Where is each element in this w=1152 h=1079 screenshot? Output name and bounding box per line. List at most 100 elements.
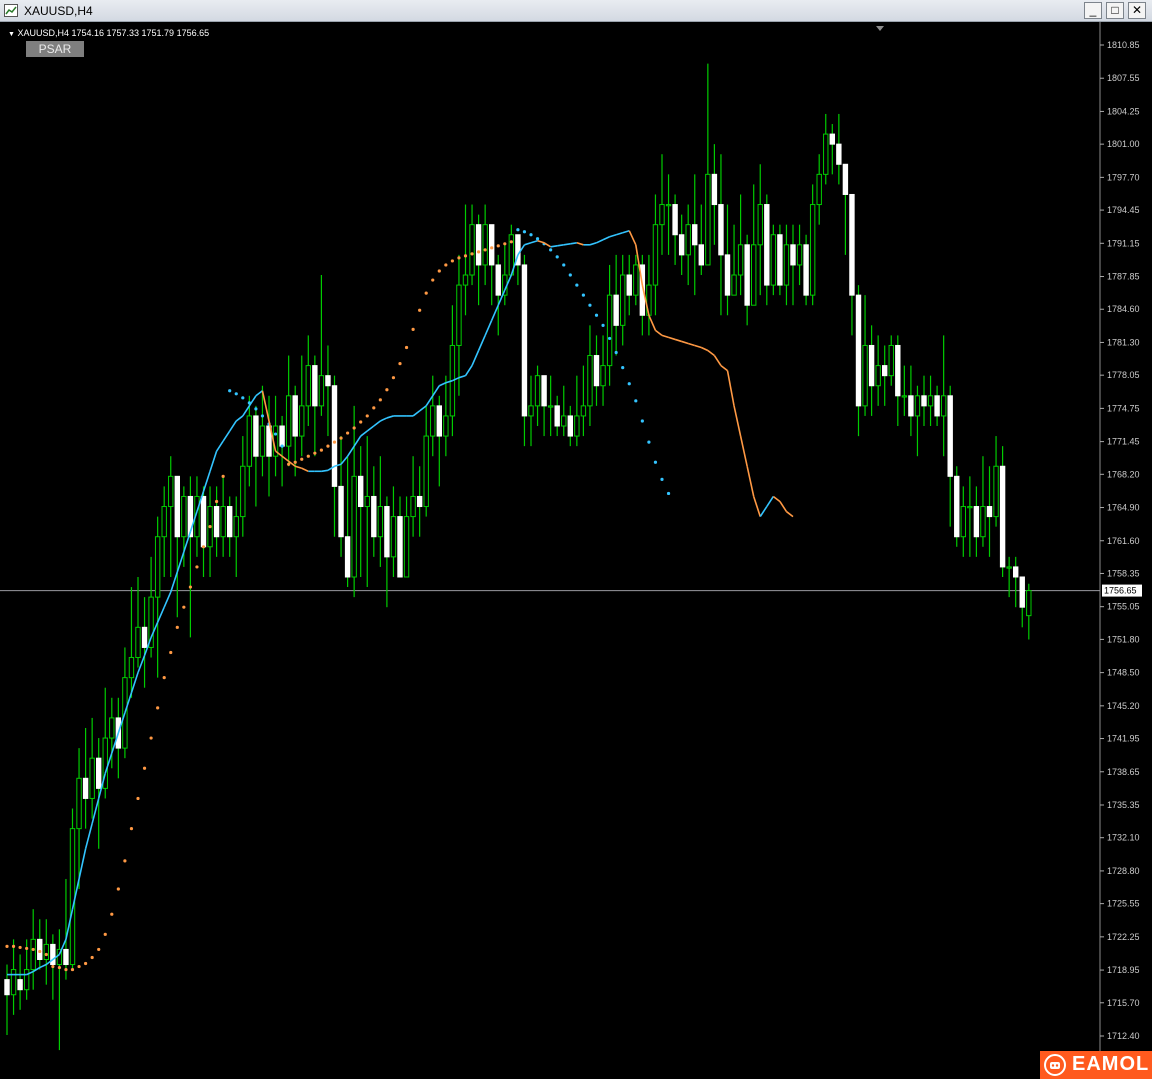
- ma-segment: [681, 340, 689, 345]
- psar-dot: [437, 269, 441, 273]
- ma-segment: [84, 823, 93, 849]
- candle-body: [200, 495, 207, 548]
- psar-dot: [332, 440, 337, 444]
- candle-body: [868, 344, 875, 387]
- candle-body: [849, 193, 855, 296]
- candle-body: [69, 828, 76, 966]
- psar-dot: [352, 426, 356, 430]
- ma-segment: [432, 385, 440, 397]
- price-tick-label: 1804.25: [1107, 106, 1140, 116]
- price-tick-label: 1712.40: [1107, 1031, 1140, 1041]
- candle-body: [161, 506, 167, 538]
- candle-body: [384, 506, 390, 558]
- psar-dot: [44, 952, 48, 957]
- candle-body: [980, 506, 986, 538]
- candle-body: [561, 415, 567, 427]
- price-tick-label: 1781.30: [1107, 337, 1140, 347]
- ma-segment: [222, 430, 231, 442]
- psar-dot: [562, 263, 566, 267]
- psar-indicator-button[interactable]: PSAR: [26, 41, 84, 57]
- psar-dot: [496, 244, 500, 248]
- ma-segment: [471, 350, 480, 366]
- psar-dot: [208, 525, 212, 529]
- psar-dot: [483, 248, 487, 252]
- brand-logo-wordmark: EAMOL: [1072, 1053, 1150, 1075]
- ma-segment: [477, 335, 486, 351]
- psar-dot: [84, 961, 88, 966]
- maximize-button[interactable]: □: [1106, 2, 1124, 19]
- candle-body: [901, 395, 908, 398]
- psar-dot: [450, 259, 454, 263]
- psar-dot: [365, 414, 369, 418]
- psar-dot: [5, 944, 9, 949]
- candle-body: [246, 415, 253, 467]
- price-tick-label: 1810.85: [1107, 40, 1140, 50]
- price-tick-label: 1745.20: [1107, 701, 1140, 711]
- price-tick-label: 1791.15: [1107, 238, 1140, 248]
- psar-dot: [306, 454, 310, 458]
- psar-dot: [660, 477, 664, 481]
- candle-body: [89, 757, 95, 799]
- psar-dot: [38, 949, 42, 954]
- candle-body: [940, 395, 947, 417]
- ma-segment: [694, 344, 702, 349]
- psar-dot: [463, 254, 468, 258]
- candle-body: [809, 204, 816, 296]
- candle-body: [705, 173, 711, 266]
- psar-dot: [228, 389, 232, 393]
- ma-segment: [537, 240, 545, 244]
- psar-dot: [234, 392, 238, 396]
- price-tick-label: 1722.25: [1107, 932, 1140, 942]
- price-chart[interactable]: 1810.85 1807.55 1804.25 1801.00 1797.70 1794.…: [0, 22, 1152, 1079]
- ma-segment: [785, 510, 794, 518]
- candlesticks: [4, 63, 1032, 1051]
- candle-body: [325, 375, 331, 387]
- chart-shift-marker-icon[interactable]: [876, 26, 884, 31]
- candle-body: [888, 344, 894, 377]
- minimize-button[interactable]: _: [1084, 2, 1102, 19]
- ma-segment: [386, 415, 394, 419]
- psar-dot: [11, 944, 16, 949]
- psar-dot: [549, 248, 553, 252]
- close-button[interactable]: ✕: [1128, 2, 1146, 19]
- price-tick-label: 1738.65: [1107, 767, 1140, 777]
- psar-dot: [535, 237, 540, 241]
- candle-body: [685, 224, 691, 256]
- price-tick-label: 1774.75: [1107, 403, 1140, 413]
- candle-body: [521, 264, 528, 417]
- candle-body: [954, 475, 960, 538]
- price-tick-label: 1728.80: [1107, 866, 1140, 876]
- ma-segment: [484, 319, 493, 336]
- ma-segment: [39, 963, 47, 969]
- psar-dot: [254, 407, 258, 411]
- psar-dot: [300, 457, 304, 461]
- ma-segment: [524, 242, 532, 246]
- candle-body: [947, 395, 953, 477]
- ma-segment: [346, 445, 355, 457]
- price-tick-label: 1807.55: [1107, 73, 1140, 83]
- ma-segment: [215, 440, 224, 452]
- candle-body: [443, 415, 449, 437]
- candle-body: [633, 264, 639, 296]
- ma-segment: [700, 346, 709, 352]
- chart-area[interactable]: 1810.85 1807.55 1804.25 1801.00 1797.70 1794.…: [0, 22, 1152, 1079]
- psar-dot: [477, 250, 481, 254]
- candle-body: [96, 757, 102, 789]
- candle-body: [672, 204, 678, 236]
- chart-window-icon: [4, 4, 18, 17]
- price-tick-label: 1794.45: [1107, 205, 1140, 215]
- psar-dot: [516, 228, 520, 232]
- ma-segment: [490, 304, 499, 321]
- price-tick-label: 1741.95: [1107, 734, 1140, 744]
- psar-dot: [346, 431, 350, 435]
- collapse-arrow-icon[interactable]: ▼: [8, 31, 15, 38]
- psar-dot: [313, 451, 317, 455]
- ma-segment: [301, 467, 309, 473]
- candle-body: [934, 395, 940, 417]
- candle-body: [967, 506, 973, 509]
- candle-body: [796, 244, 803, 266]
- candle-body: [181, 495, 187, 538]
- ma-segment: [78, 848, 87, 880]
- psar-dot: [588, 303, 592, 307]
- candle-body: [4, 979, 10, 996]
